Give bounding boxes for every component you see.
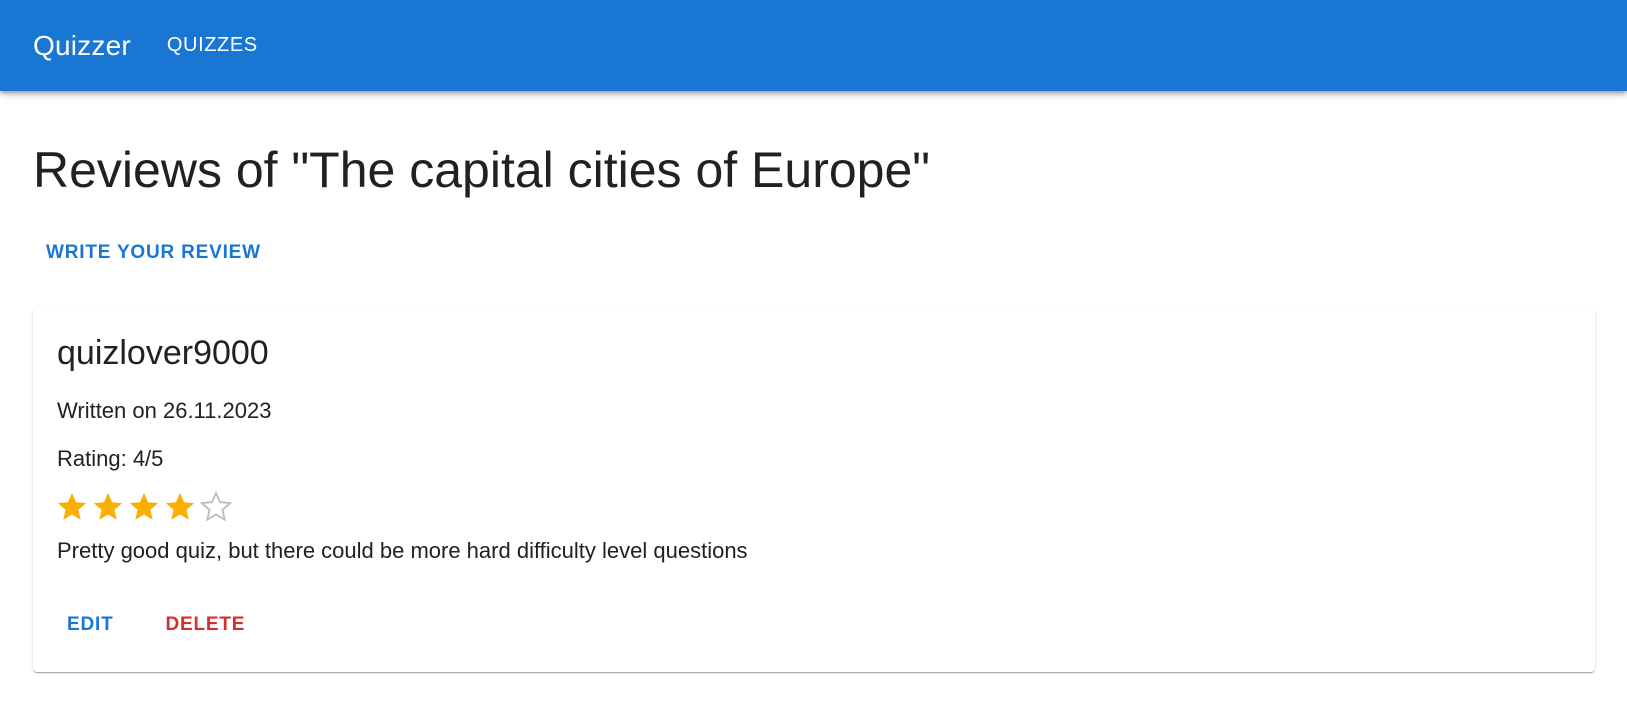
review-body: Pretty good quiz, but there could be mor… <box>57 538 748 563</box>
write-review-button[interactable]: WRITE YOUR REVIEW <box>30 236 277 270</box>
delete-review-button[interactable]: DELETE <box>147 606 263 644</box>
app-bar: Quizzer QUIZZES <box>0 0 1627 91</box>
review-rating-text: Rating: 4/5 <box>57 446 164 471</box>
brand-logo-link[interactable]: Quizzer <box>33 30 131 62</box>
star-empty-icon[interactable] <box>199 490 233 524</box>
review-author: quizlover9000 <box>57 334 269 372</box>
nav-link-quizzes[interactable]: QUIZZES <box>167 34 258 57</box>
review-actions: EDIT DELETE <box>49 606 263 644</box>
star-filled-icon[interactable] <box>163 490 197 524</box>
review-date: Written on 26.11.2023 <box>57 398 272 423</box>
review-card: quizlover9000 Written on 26.11.2023 Rati… <box>33 308 1595 672</box>
star-filled-icon[interactable] <box>127 490 161 524</box>
star-rating[interactable] <box>55 490 233 524</box>
star-filled-icon[interactable] <box>55 490 89 524</box>
edit-review-button[interactable]: EDIT <box>49 606 131 644</box>
star-filled-icon[interactable] <box>91 490 125 524</box>
page-title: Reviews of "The capital cities of Europe… <box>33 142 931 198</box>
